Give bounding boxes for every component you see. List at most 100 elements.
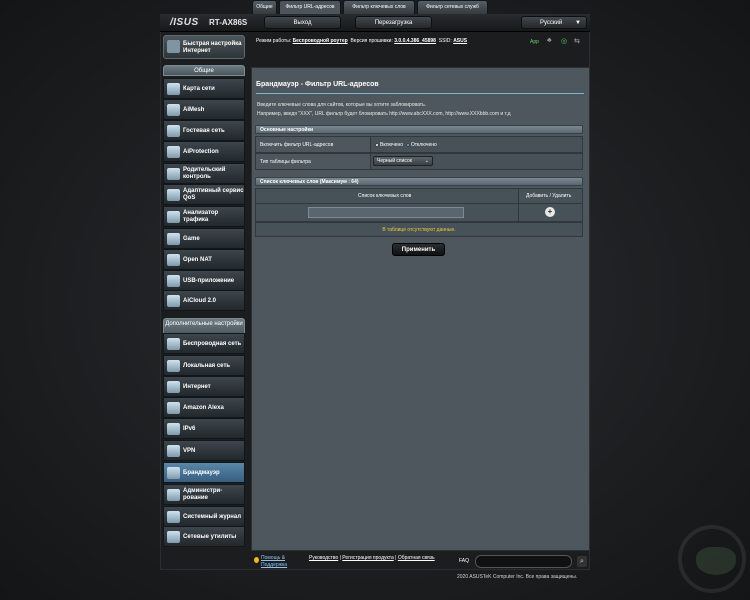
page-title: Брандмауэр - Фильтр URL-адресов [256, 81, 379, 88]
sidebar-item[interactable]: Родительский контроль [163, 163, 245, 184]
sidebar-item[interactable]: Open NAT [163, 249, 245, 270]
apply-button[interactable]: Применить [392, 243, 445, 256]
sidebar-item[interactable]: VPN [163, 440, 245, 461]
sidebar-item[interactable]: AiCloud 2.0 [163, 290, 245, 311]
sidebar-item[interactable]: Анализатор трафика [163, 206, 245, 227]
watermark-globe-icon [678, 525, 746, 593]
faq-search-input[interactable] [475, 555, 572, 568]
title-divider [256, 93, 584, 94]
sidebar-item[interactable]: Системный журнал [163, 506, 245, 527]
firewall-icon [167, 467, 180, 479]
keyword-list-header: Список ключевых слов (Максимум : 64) [255, 177, 583, 186]
internet-status-icon[interactable]: ◎ [561, 37, 567, 45]
wireless-icon [167, 338, 180, 350]
sidebar-item-label: Open NAT [183, 257, 212, 263]
usb-app-icon [167, 275, 180, 287]
mode-link[interactable]: Беспроводной роутер [293, 38, 348, 44]
sidebar-item[interactable]: Сетевые утилиты [163, 526, 245, 547]
radio-disabled-label: Отключено [410, 142, 437, 148]
sidebar-item[interactable]: Локальная сеть [163, 355, 245, 376]
app-indicator[interactable]: App [530, 39, 539, 45]
sidebar-item[interactable]: Администри-рование [163, 484, 245, 505]
lan-icon [167, 360, 180, 372]
sidebar-item[interactable]: Amazon Alexa [163, 397, 245, 418]
radio-disabled[interactable]: Отключено [405, 142, 437, 148]
sidebar-item-label: VPN [183, 448, 196, 454]
sidebar-item[interactable]: Беспроводная сеть [163, 333, 245, 354]
ipv6-icon [167, 423, 180, 435]
column-divider [518, 189, 519, 221]
radio-enabled-label: Включено [380, 142, 404, 148]
chevron-down-icon: ▼ [575, 20, 581, 26]
top-bar: /ISUS RT-AX86S Выход Перезагрузка Русски… [160, 14, 590, 32]
sidebar-item-label: Сетевые утилиты [183, 534, 237, 540]
product-registration-link[interactable]: Регистрация продукта [342, 555, 393, 561]
help-support-link[interactable]: Помощь & Поддержка [261, 555, 301, 569]
sidebar-item-label: Адаптивный сервис QoS [183, 188, 244, 201]
sidebar-item[interactable]: Гостевая сеть [163, 120, 245, 141]
vpn-icon [167, 445, 180, 457]
enable-radio-group: Включено Отключено [375, 142, 437, 148]
filter-table-type-label: Тип таблицы фильтра [256, 154, 371, 169]
chevron-down-icon: ⌄ [424, 158, 429, 164]
sidebar-item-label: Анализатор трафика [183, 210, 219, 223]
filter-table-type-select[interactable]: Черный список ⌄ [373, 156, 433, 166]
sidebar-item-label: Интернет [183, 384, 211, 390]
feedback-link[interactable]: Обратная связь [398, 555, 435, 561]
enable-url-filter-label: Включить фильтр URL-адресов [256, 137, 371, 152]
radio-disabled-dot [405, 142, 410, 147]
col-keywords: Список ключевых слов [358, 193, 412, 199]
sidebar-item-label: IPv6 [183, 426, 196, 432]
sidebar-item-label: USB-приложение [183, 278, 235, 284]
radio-enabled[interactable]: Включено [375, 142, 403, 148]
search-icon[interactable]: ⌕ [577, 556, 587, 567]
sidebar-item-label: Родительский контроль [183, 167, 226, 180]
sidebar-item-label: AiCloud 2.0 [183, 298, 217, 304]
filter-table-type-value: Черный список [377, 158, 412, 164]
tab-network-services-filter[interactable]: Фильтр сетевых служб [417, 0, 488, 14]
reboot-button[interactable]: Перезагрузка [355, 16, 432, 29]
status-line: Режим работы: Беспроводной роутер Версия… [256, 38, 467, 44]
faq-label: FAQ [459, 558, 470, 564]
manual-link[interactable]: Руководство [309, 555, 338, 561]
language-select[interactable]: Русский ▼ [521, 16, 587, 29]
mode-label: Режим работы: [256, 38, 292, 44]
add-icon[interactable]: + [545, 207, 555, 217]
keyword-input[interactable] [308, 207, 464, 218]
qos-icon [167, 189, 180, 201]
guest-wifi-icon[interactable]: ♣ [547, 37, 552, 44]
general-section-header: Общие [163, 65, 245, 76]
sidebar-item[interactable]: AiMesh [163, 99, 245, 120]
sidebar-item-label: Администри-рование [183, 488, 223, 501]
sidebar-item-label: Карта сети [183, 86, 215, 92]
sidebar-item[interactable]: Карта сети [163, 78, 245, 99]
sidebar-item-label: Гостевая сеть [183, 128, 225, 134]
quick-setup-button[interactable]: Быстрая настройка Интернет [163, 35, 245, 59]
model-name: RT-AX86S [209, 18, 248, 27]
logout-button[interactable]: Выход [264, 16, 341, 29]
sidebar-item-label: Беспроводная сеть [183, 341, 242, 347]
sidebar-item-label: Брандмауэр [183, 470, 220, 476]
enable-url-filter-row: Включить фильтр URL-адресов Включено Отк… [255, 136, 583, 153]
sidebar-item[interactable]: USB-приложение [163, 270, 245, 291]
sidebar-item[interactable]: Интернет [163, 376, 245, 397]
ssid-link[interactable]: ASUS [453, 38, 467, 44]
sidebar-item-label: Amazon Alexa [183, 405, 224, 411]
system-log-icon [167, 511, 180, 523]
language-value: Русский [540, 20, 563, 26]
tab-url-filter[interactable]: Фильтр URL-адресов [279, 0, 341, 14]
help-icon [254, 557, 259, 563]
sidebar-item[interactable]: Брандмауэр [163, 462, 245, 483]
tab-general[interactable]: Общие [252, 0, 277, 14]
tab-keyword-filter[interactable]: Фильтр ключевых слов [343, 0, 415, 14]
parental-control-icon [167, 168, 180, 180]
basic-settings-header: Основные настройки [255, 125, 583, 134]
sidebar-item[interactable]: Адаптивный сервис QoS [163, 184, 245, 205]
fw-link[interactable]: 3.0.0.4.386_45898 [394, 38, 436, 44]
sidebar-item[interactable]: Game [163, 228, 245, 249]
aimesh-icon [167, 104, 180, 116]
sidebar-item[interactable]: AiProtection [163, 141, 245, 162]
sidebar-item[interactable]: IPv6 [163, 418, 245, 439]
sidebar-item-label: Системный журнал [183, 514, 242, 520]
usb-icon[interactable]: ⇆ [574, 37, 580, 45]
